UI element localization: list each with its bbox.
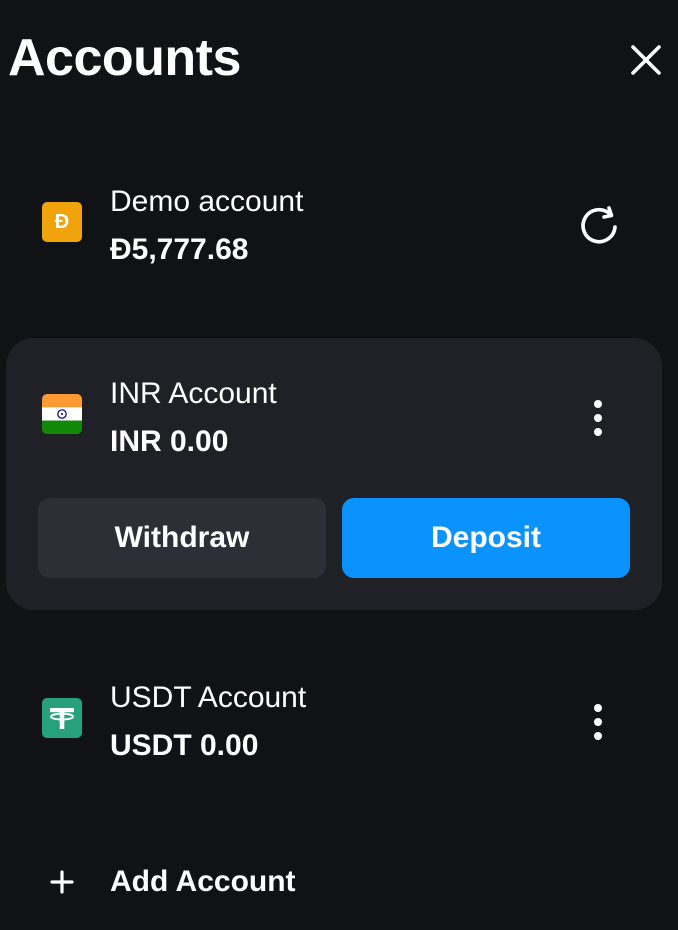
- more-vertical-icon: [594, 704, 602, 740]
- account-balance: INR 0.00: [110, 425, 229, 458]
- add-account-label: Add Account: [110, 865, 296, 898]
- account-name: USDT Account: [110, 681, 307, 714]
- deposit-button[interactable]: Deposit: [342, 498, 630, 578]
- demo-coin-icon: Đ: [42, 202, 82, 242]
- refresh-button[interactable]: [574, 202, 624, 252]
- india-flag-icon: [42, 394, 82, 434]
- account-balance: USDT 0.00: [110, 729, 259, 762]
- withdraw-button[interactable]: Withdraw: [38, 498, 326, 578]
- tether-icon: [42, 698, 82, 738]
- page-title: Accounts: [8, 29, 241, 87]
- more-vertical-icon: [594, 400, 602, 436]
- plus-icon: [50, 870, 74, 894]
- account-row-usdt[interactable]: USDT Account USDT 0.00: [0, 676, 678, 776]
- account-balance: Đ5,777.68: [110, 233, 249, 266]
- account-name: Demo account: [110, 185, 304, 218]
- account-row-inr[interactable]: INR Account INR 0.00: [0, 372, 678, 472]
- close-button[interactable]: [622, 36, 670, 84]
- account-menu-button[interactable]: [573, 697, 623, 747]
- refresh-icon: [581, 206, 617, 244]
- account-row-demo[interactable]: Đ Demo account Đ5,777.68: [0, 180, 678, 280]
- add-account-button[interactable]: Add Account: [40, 858, 340, 908]
- account-menu-button[interactable]: [573, 393, 623, 443]
- account-name: INR Account: [110, 377, 277, 410]
- close-icon: [631, 45, 661, 75]
